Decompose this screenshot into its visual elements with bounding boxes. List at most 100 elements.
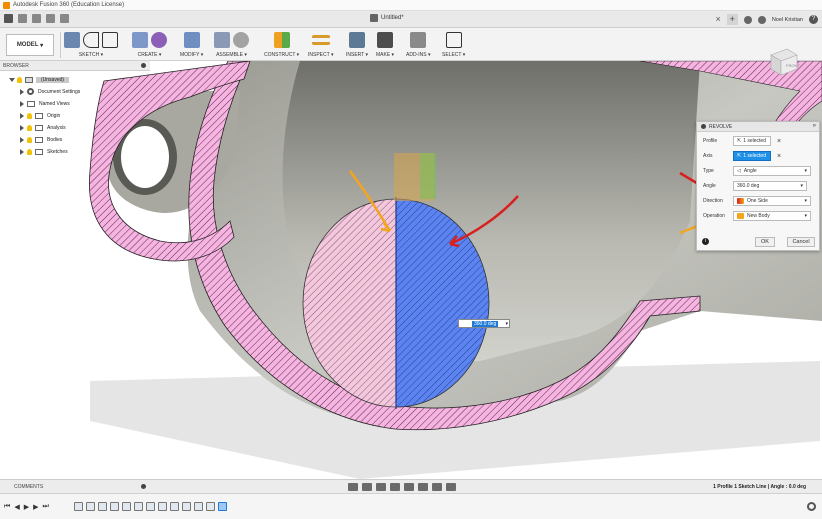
- new-tab-button[interactable]: +: [726, 14, 738, 25]
- insert-group[interactable]: INSERT ▾: [346, 30, 368, 60]
- timeline-feature[interactable]: [134, 502, 143, 511]
- sketch-group[interactable]: SKETCH ▾: [64, 30, 118, 60]
- timeline-feature[interactable]: [206, 502, 215, 511]
- press-pull-icon[interactable]: [183, 32, 200, 48]
- expand-icon[interactable]: [20, 100, 24, 107]
- tree-item-origin[interactable]: Origin: [20, 111, 62, 120]
- undo-icon[interactable]: [46, 14, 55, 23]
- measure-icon[interactable]: [311, 35, 330, 45]
- tree-item-sketches[interactable]: Sketches: [20, 147, 69, 156]
- dialog-collapse-icon[interactable]: [701, 124, 706, 129]
- line-icon[interactable]: [83, 32, 99, 48]
- expand-icon[interactable]: [9, 77, 15, 82]
- timeline-feature[interactable]: [170, 502, 179, 511]
- profile-select-button[interactable]: ⇱ 1 selected: [733, 136, 771, 146]
- document-tab[interactable]: Untitled*: [370, 14, 404, 22]
- step-back-icon[interactable]: ◀: [14, 503, 19, 511]
- grid-settings-icon[interactable]: [432, 483, 442, 491]
- clear-profile-icon[interactable]: ×: [777, 138, 781, 145]
- cancel-button[interactable]: Cancel: [787, 237, 815, 247]
- scripts-icon[interactable]: [410, 32, 427, 48]
- timeline-feature[interactable]: [74, 502, 83, 511]
- comments-pin-icon[interactable]: [141, 484, 146, 489]
- browser-pin-icon[interactable]: [141, 63, 146, 68]
- tree-item-bodies[interactable]: Bodies: [20, 135, 64, 144]
- tree-root[interactable]: (Unsaved): [9, 75, 70, 84]
- inspect-group[interactable]: INSPECT ▾: [308, 30, 334, 60]
- 3d-print-icon[interactable]: [377, 32, 394, 48]
- viewcube[interactable]: FRONT: [765, 43, 801, 79]
- pan-icon[interactable]: [376, 483, 386, 491]
- go-to-start-icon[interactable]: ⏮: [4, 503, 10, 511]
- make-group[interactable]: MAKE ▾: [376, 30, 394, 60]
- visibility-bulb-icon[interactable]: [27, 148, 32, 155]
- user-name[interactable]: Noel Kristian: [772, 17, 803, 23]
- visibility-bulb-icon[interactable]: [27, 136, 32, 143]
- close-tab-icon[interactable]: ×: [716, 15, 721, 24]
- timeline-feature[interactable]: [182, 502, 191, 511]
- operation-dropdown[interactable]: New Body ▾: [733, 211, 811, 221]
- redo-icon[interactable]: [60, 14, 69, 23]
- notifications-icon[interactable]: [757, 15, 766, 24]
- go-to-end-icon[interactable]: ⏭: [42, 503, 48, 511]
- grid-menu-icon[interactable]: [4, 14, 13, 23]
- step-forward-icon[interactable]: ▶: [33, 503, 38, 511]
- timeline-feature-current[interactable]: [218, 502, 227, 511]
- clear-axis-icon[interactable]: ×: [777, 153, 781, 160]
- timeline-feature[interactable]: [194, 502, 203, 511]
- chevron-down-icon[interactable]: ▾: [505, 321, 508, 327]
- select-group[interactable]: SELECT ▾: [442, 30, 465, 60]
- visibility-bulb-icon[interactable]: [17, 76, 22, 83]
- ok-button[interactable]: OK: [755, 237, 775, 247]
- extrude-icon[interactable]: [132, 32, 148, 48]
- select-cursor-icon[interactable]: [445, 32, 462, 48]
- expand-dialog-icon[interactable]: »: [813, 123, 816, 129]
- create-sketch-icon[interactable]: [64, 32, 80, 48]
- timeline-feature[interactable]: [86, 502, 95, 511]
- play-icon[interactable]: ▶: [24, 503, 29, 511]
- direction-dropdown[interactable]: One Side ▾: [733, 196, 811, 206]
- tree-item-named-views[interactable]: Named Views: [20, 99, 71, 108]
- help-icon[interactable]: ?: [809, 15, 818, 24]
- visibility-bulb-icon[interactable]: [27, 112, 32, 119]
- look-at-icon[interactable]: [362, 483, 372, 491]
- construct-group[interactable]: CONSTRUCT ▾: [264, 30, 299, 60]
- timeline-feature[interactable]: [98, 502, 107, 511]
- type-dropdown[interactable]: ◁ Angle ▾: [733, 166, 811, 176]
- job-status-icon[interactable]: [743, 15, 752, 24]
- info-icon[interactable]: i: [702, 238, 709, 245]
- viewports-icon[interactable]: [446, 483, 456, 491]
- insert-image-icon[interactable]: [349, 32, 366, 48]
- expand-icon[interactable]: [20, 88, 24, 95]
- gear-icon[interactable]: [807, 502, 816, 511]
- timeline-feature[interactable]: [146, 502, 155, 511]
- joint-icon[interactable]: [233, 32, 249, 48]
- visibility-bulb-icon[interactable]: [27, 124, 32, 131]
- expand-icon[interactable]: [20, 112, 24, 119]
- add-ins-group[interactable]: ADD-INS ▾: [406, 30, 430, 60]
- display-settings-icon[interactable]: [418, 483, 428, 491]
- workspace-switcher[interactable]: MODEL ▾: [6, 34, 54, 56]
- expand-icon[interactable]: [20, 148, 24, 155]
- tree-item-analysis[interactable]: Analysis: [20, 123, 67, 132]
- revolve-dialog-header[interactable]: REVOLVE »: [697, 122, 819, 132]
- orbit-icon[interactable]: [348, 483, 358, 491]
- modify-group[interactable]: MODIFY ▾: [180, 30, 203, 60]
- comments-panel[interactable]: COMMENTS: [0, 480, 150, 494]
- expand-icon[interactable]: [20, 136, 24, 143]
- offset-plane-icon[interactable]: [273, 32, 290, 48]
- timeline-feature[interactable]: [158, 502, 167, 511]
- timeline-feature[interactable]: [122, 502, 131, 511]
- expand-icon[interactable]: [20, 124, 24, 131]
- angle-field[interactable]: 360.0 deg ▾: [733, 181, 807, 191]
- zoom-icon[interactable]: [390, 483, 400, 491]
- timeline-feature[interactable]: [110, 502, 119, 511]
- angle-input-field[interactable]: 360.0 deg ▾: [458, 319, 510, 328]
- axis-select-button[interactable]: ⇱ 1 selected: [733, 151, 771, 161]
- rectangle-icon[interactable]: [102, 32, 118, 48]
- assemble-group[interactable]: ASSEMBLE ▾: [214, 30, 249, 60]
- create-group[interactable]: CREATE ▾: [132, 30, 167, 60]
- save-icon[interactable]: [32, 14, 41, 23]
- browser-header[interactable]: BROWSER: [0, 61, 150, 71]
- tree-item-document-settings[interactable]: Document Settings: [20, 87, 82, 96]
